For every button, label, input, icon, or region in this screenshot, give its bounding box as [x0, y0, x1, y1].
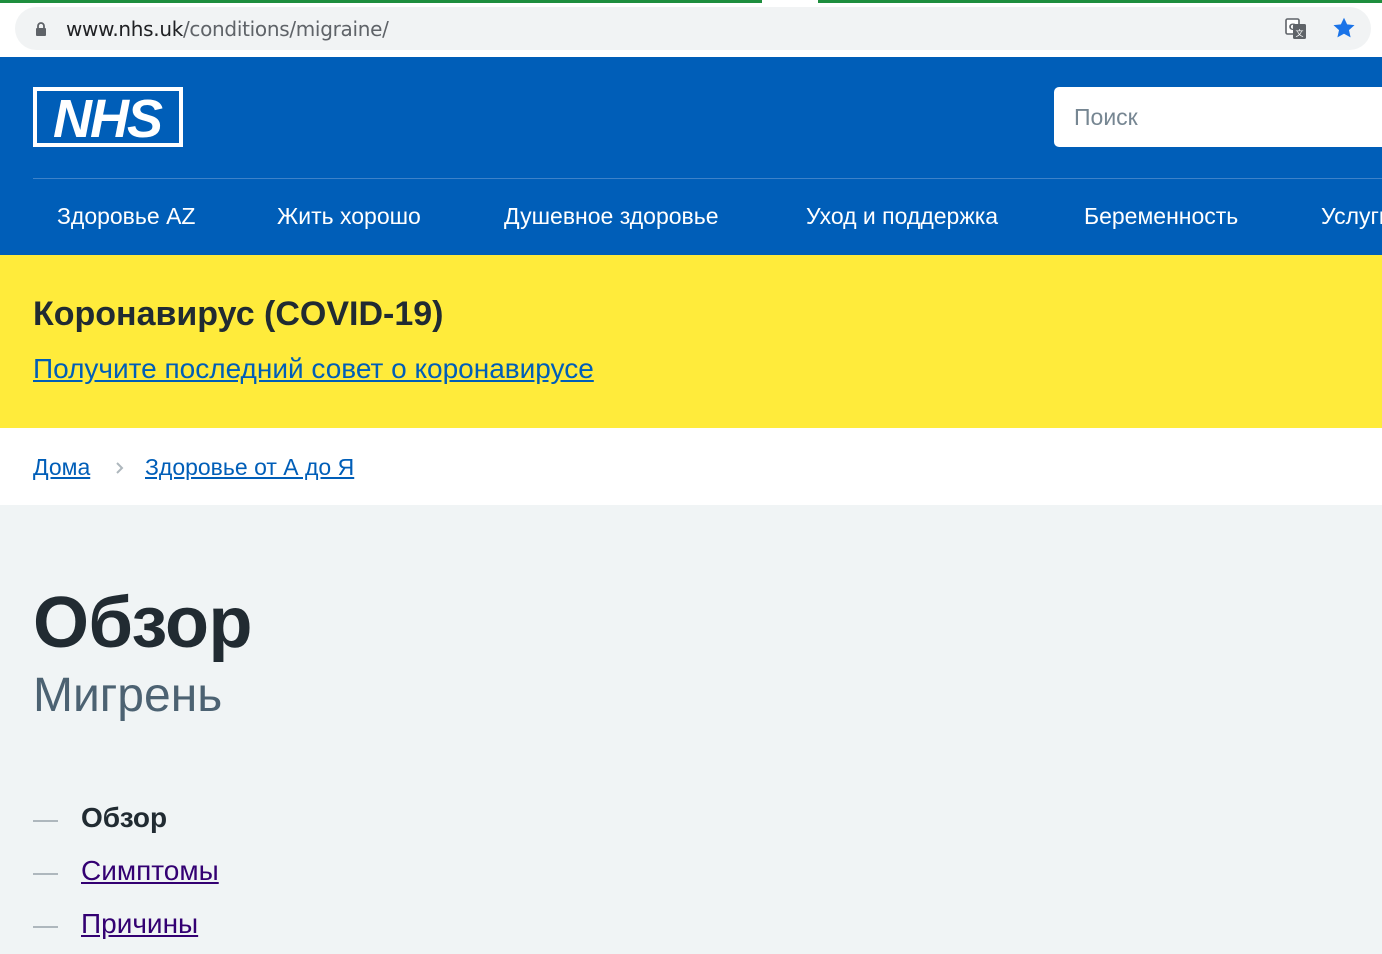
browser-chrome: www.nhs.uk/conditions/migraine/ G 文: [0, 0, 1382, 57]
contents-dash: [33, 873, 58, 875]
contents-current-item: Обзор: [81, 802, 168, 833]
covid-banner-title: Коронавирус (COVID-19): [33, 295, 444, 333]
search-box[interactable]: [1054, 87, 1382, 147]
breadcrumb-home-link[interactable]: Дома: [33, 454, 90, 481]
bookmark-star-icon[interactable]: [1331, 15, 1357, 41]
chevron-right-icon: [116, 462, 124, 474]
contents-dash: [33, 820, 58, 822]
main-nav: Здоровье AZ Жить хорошо Душевное здоровь…: [33, 179, 1382, 255]
nav-item-care-support[interactable]: Уход и поддержка: [806, 203, 998, 230]
svg-text:文: 文: [1296, 28, 1304, 38]
translate-icon[interactable]: G 文: [1285, 18, 1307, 40]
page-subtitle: Мигрень: [33, 669, 223, 722]
contents-dash: [33, 926, 58, 928]
nav-item-live-well[interactable]: Жить хорошо: [277, 203, 421, 230]
page-title: Обзор: [33, 583, 252, 663]
nav-item-services[interactable]: Услуги: [1321, 203, 1382, 230]
breadcrumb-health-az-link[interactable]: Здоровье от А до Я: [145, 454, 354, 481]
main-content: Обзор Мигрень Обзор Симптомы Причины: [0, 505, 1382, 954]
nhs-logo[interactable]: NHS: [33, 87, 183, 147]
covid-advice-link[interactable]: Получите последний совет о коронавирусе: [33, 353, 594, 385]
covid-banner: Коронавирус (COVID-19) Получите последни…: [0, 255, 1382, 428]
nav-item-mental-health[interactable]: Душевное здоровье: [504, 203, 719, 230]
breadcrumb: Дома Здоровье от А до Я: [0, 428, 1382, 505]
address-bar[interactable]: www.nhs.uk/conditions/migraine/ G 文: [15, 7, 1371, 50]
url-path: /conditions/migraine/: [182, 17, 389, 41]
nhs-logo-text: NHS: [53, 89, 163, 147]
url-host: www.nhs.uk: [66, 17, 183, 41]
url-text[interactable]: www.nhs.uk/conditions/migraine/: [66, 17, 389, 41]
lock-icon[interactable]: [35, 22, 47, 36]
contents-link-causes[interactable]: Причины: [81, 908, 198, 940]
contents-link-symptoms[interactable]: Симптомы: [81, 855, 219, 887]
search-input[interactable]: [1054, 87, 1382, 147]
tab-strip-edge: [0, 0, 762, 3]
nav-item-pregnancy[interactable]: Беременность: [1084, 203, 1238, 230]
nav-item-health-az[interactable]: Здоровье AZ: [57, 203, 195, 230]
tab-strip-edge: [818, 0, 1382, 3]
site-header: NHS Здоровье AZ Жить хорошо Душевное здо…: [0, 57, 1382, 255]
